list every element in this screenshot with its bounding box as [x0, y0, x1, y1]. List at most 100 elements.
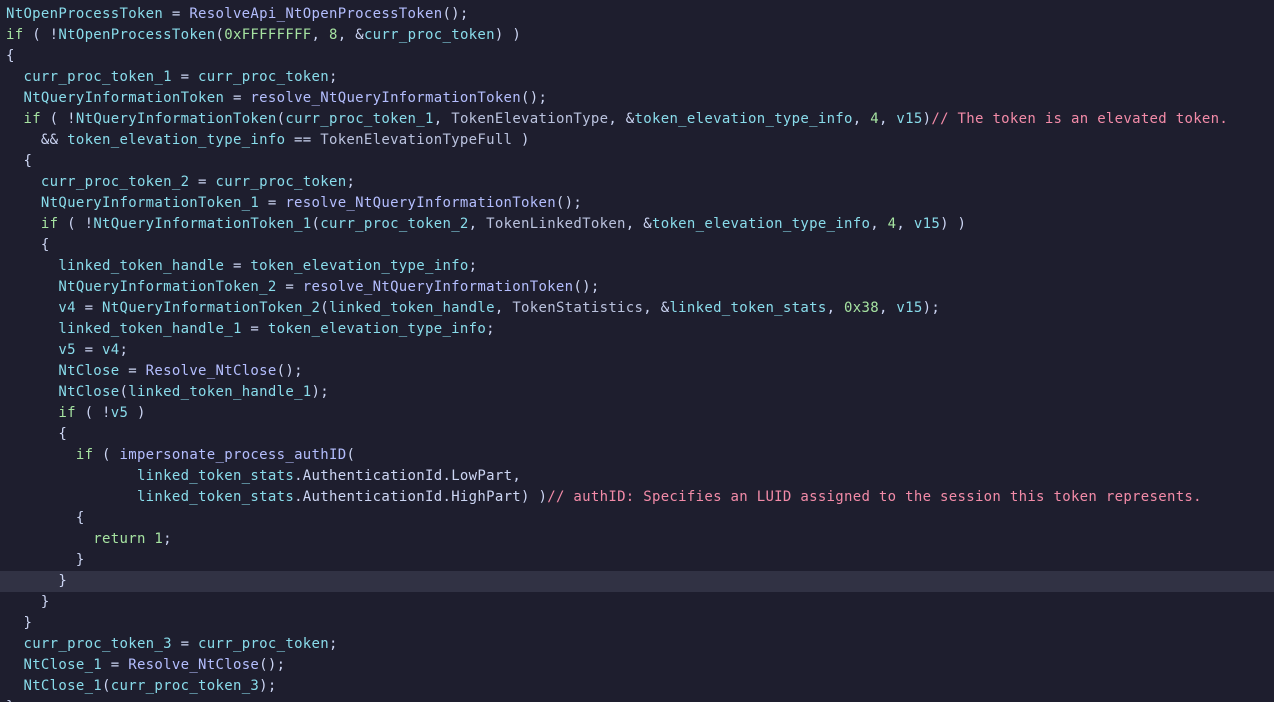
identifier-token[interactable]: NtQueryInformationToken — [23, 90, 224, 106]
identifier-token[interactable]: curr_proc_token — [364, 27, 495, 43]
function-call-token[interactable]: impersonate_process_authID — [120, 447, 347, 463]
code-line[interactable]: if ( !NtQueryInformationToken_1(curr_pro… — [0, 214, 1274, 235]
identifier-token[interactable]: v4 — [102, 342, 119, 358]
identifier-token[interactable]: curr_proc_token_1 — [23, 69, 171, 85]
code-line[interactable]: NtClose = Resolve_NtClose(); — [0, 361, 1274, 382]
code-line[interactable]: linked_token_handle_1 = token_elevation_… — [0, 319, 1274, 340]
identifier-token[interactable]: NtClose — [58, 384, 119, 400]
identifier-token[interactable]: v4 — [58, 300, 75, 316]
identifier-token[interactable]: linked_token_stats — [137, 489, 294, 505]
code-line[interactable]: curr_proc_token_3 = curr_proc_token; — [0, 634, 1274, 655]
code-line[interactable]: NtQueryInformationToken_1 = resolve_NtQu… — [0, 193, 1274, 214]
identifier-token[interactable]: linked_token_stats — [137, 468, 294, 484]
identifier-token[interactable]: token_elevation_type_info — [652, 216, 870, 232]
identifier-token[interactable]: curr_proc_token_1 — [285, 111, 433, 127]
identifier-token[interactable]: NtOpenProcessToken — [58, 27, 215, 43]
identifier-token[interactable]: token_elevation_type_info — [250, 258, 468, 274]
identifier-token[interactable]: linked_token_handle_1 — [128, 384, 311, 400]
code-line[interactable]: } — [0, 550, 1274, 571]
punctuation-token: , & — [608, 111, 635, 127]
code-line[interactable]: { — [0, 508, 1274, 529]
code-line[interactable]: return 1; — [0, 529, 1274, 550]
identifier-token[interactable]: curr_proc_token — [198, 636, 329, 652]
identifier-token[interactable]: v5 — [111, 405, 128, 421]
identifier-token[interactable]: linked_token_stats — [669, 300, 826, 316]
punctuation-token: , — [878, 300, 897, 316]
punctuation-token: = — [163, 6, 190, 22]
punctuation-token: ( — [320, 300, 329, 316]
code-line[interactable]: curr_proc_token_1 = curr_proc_token; — [0, 67, 1274, 88]
identifier-token[interactable]: curr_proc_token_3 — [111, 678, 259, 694]
identifier-token[interactable]: curr_proc_token_3 — [23, 636, 171, 652]
identifier-token[interactable]: token_elevation_type_info — [67, 132, 285, 148]
identifier-token[interactable]: NtQueryInformationToken_2 — [58, 279, 276, 295]
identifier-token[interactable]: v15 — [914, 216, 940, 232]
code-line[interactable]: NtClose_1 = Resolve_NtClose(); — [0, 655, 1274, 676]
code-line[interactable]: NtClose(linked_token_handle_1); — [0, 382, 1274, 403]
code-line[interactable]: curr_proc_token_2 = curr_proc_token; — [0, 172, 1274, 193]
code-line[interactable]: if ( !NtOpenProcessToken(0xFFFFFFFF, 8, … — [0, 25, 1274, 46]
punctuation-token: { — [6, 510, 85, 526]
punctuation-token: = — [259, 195, 286, 211]
number-literal-token: 1 — [154, 531, 164, 547]
code-line[interactable]: if ( !v5 ) — [0, 403, 1274, 424]
code-line[interactable]: NtOpenProcessToken = ResolveApi_NtOpenPr… — [0, 4, 1274, 25]
function-call-token[interactable]: Resolve_NtClose — [146, 363, 277, 379]
number-literal-token: 0x38 — [844, 300, 879, 316]
code-line[interactable]: } — [0, 613, 1274, 634]
code-line[interactable]: NtQueryInformationToken_2 = resolve_NtQu… — [0, 277, 1274, 298]
code-line[interactable]: { — [0, 235, 1274, 256]
code-line-current[interactable]: } — [0, 571, 1274, 592]
function-call-token[interactable]: Resolve_NtClose — [128, 657, 259, 673]
identifier-token[interactable]: linked_token_handle_1 — [58, 321, 241, 337]
identifier-token[interactable]: linked_token_handle — [58, 258, 224, 274]
code-line[interactable]: linked_token_stats.AuthenticationId.High… — [0, 487, 1274, 508]
code-line[interactable]: { — [0, 151, 1274, 172]
identifier-token[interactable]: curr_proc_token — [216, 174, 347, 190]
code-line[interactable]: v4 = NtQueryInformationToken_2(linked_to… — [0, 298, 1274, 319]
code-line[interactable]: v5 = v4; — [0, 340, 1274, 361]
punctuation-token: ; — [468, 258, 478, 274]
function-call-token[interactable]: resolve_NtQueryInformationToken — [285, 195, 556, 211]
code-line[interactable]: { — [0, 46, 1274, 67]
punctuation-token: } — [6, 573, 68, 589]
identifier-token[interactable]: NtQueryInformationToken — [76, 111, 277, 127]
identifier-token[interactable]: NtQueryInformationToken_1 — [93, 216, 311, 232]
identifier-token[interactable]: NtOpenProcessToken — [6, 6, 163, 22]
identifier-token[interactable]: v5 — [58, 342, 75, 358]
code-line[interactable]: NtClose_1(curr_proc_token_3); — [0, 676, 1274, 697]
identifier-token[interactable]: NtClose — [58, 363, 119, 379]
identifier-token[interactable]: NtQueryInformationToken_1 — [41, 195, 259, 211]
punctuation-token: , — [896, 216, 914, 232]
identifier-token[interactable]: NtClose_1 — [23, 678, 102, 694]
punctuation-token: (); — [442, 6, 469, 22]
pseudocode-view[interactable]: NtOpenProcessToken = ResolveApi_NtOpenPr… — [0, 0, 1274, 702]
identifier-token[interactable]: curr_proc_token_2 — [41, 174, 189, 190]
code-line[interactable]: if ( !NtQueryInformationToken(curr_proc_… — [0, 109, 1274, 130]
keyword-token: if — [23, 111, 41, 127]
identifier-token[interactable]: token_elevation_type_info — [635, 111, 853, 127]
code-line[interactable]: linked_token_handle = token_elevation_ty… — [0, 256, 1274, 277]
code-line[interactable]: && token_elevation_type_info == TokenEle… — [0, 130, 1274, 151]
identifier-token[interactable]: v15 — [896, 111, 922, 127]
function-call-token[interactable]: resolve_NtQueryInformationToken — [303, 279, 574, 295]
code-line[interactable]: linked_token_stats.AuthenticationId.LowP… — [0, 466, 1274, 487]
code-listing[interactable]: NtOpenProcessToken = ResolveApi_NtOpenPr… — [0, 4, 1274, 702]
function-call-token[interactable]: resolve_NtQueryInformationToken — [250, 90, 521, 106]
enum-constant-token: TokenLinkedToken — [486, 216, 626, 232]
identifier-token[interactable]: curr_proc_token_2 — [320, 216, 468, 232]
code-line[interactable]: NtQueryInformationToken = resolve_NtQuer… — [0, 88, 1274, 109]
identifier-token[interactable]: linked_token_handle — [329, 300, 495, 316]
punctuation-token: , & — [337, 27, 364, 43]
identifier-token[interactable]: curr_proc_token — [198, 69, 329, 85]
identifier-token[interactable]: NtQueryInformationToken_2 — [102, 300, 320, 316]
function-call-token[interactable]: ResolveApi_NtOpenProcessToken — [189, 6, 442, 22]
identifier-token[interactable]: token_elevation_type_info — [268, 321, 486, 337]
code-line[interactable]: } — [0, 592, 1274, 613]
identifier-token[interactable]: NtClose_1 — [23, 657, 102, 673]
code-line[interactable]: { — [0, 424, 1274, 445]
code-line[interactable]: if ( impersonate_process_authID( — [0, 445, 1274, 466]
number-literal-token: 4 — [870, 111, 879, 127]
identifier-token[interactable]: v15 — [896, 300, 922, 316]
code-line[interactable]: } — [0, 697, 1274, 702]
